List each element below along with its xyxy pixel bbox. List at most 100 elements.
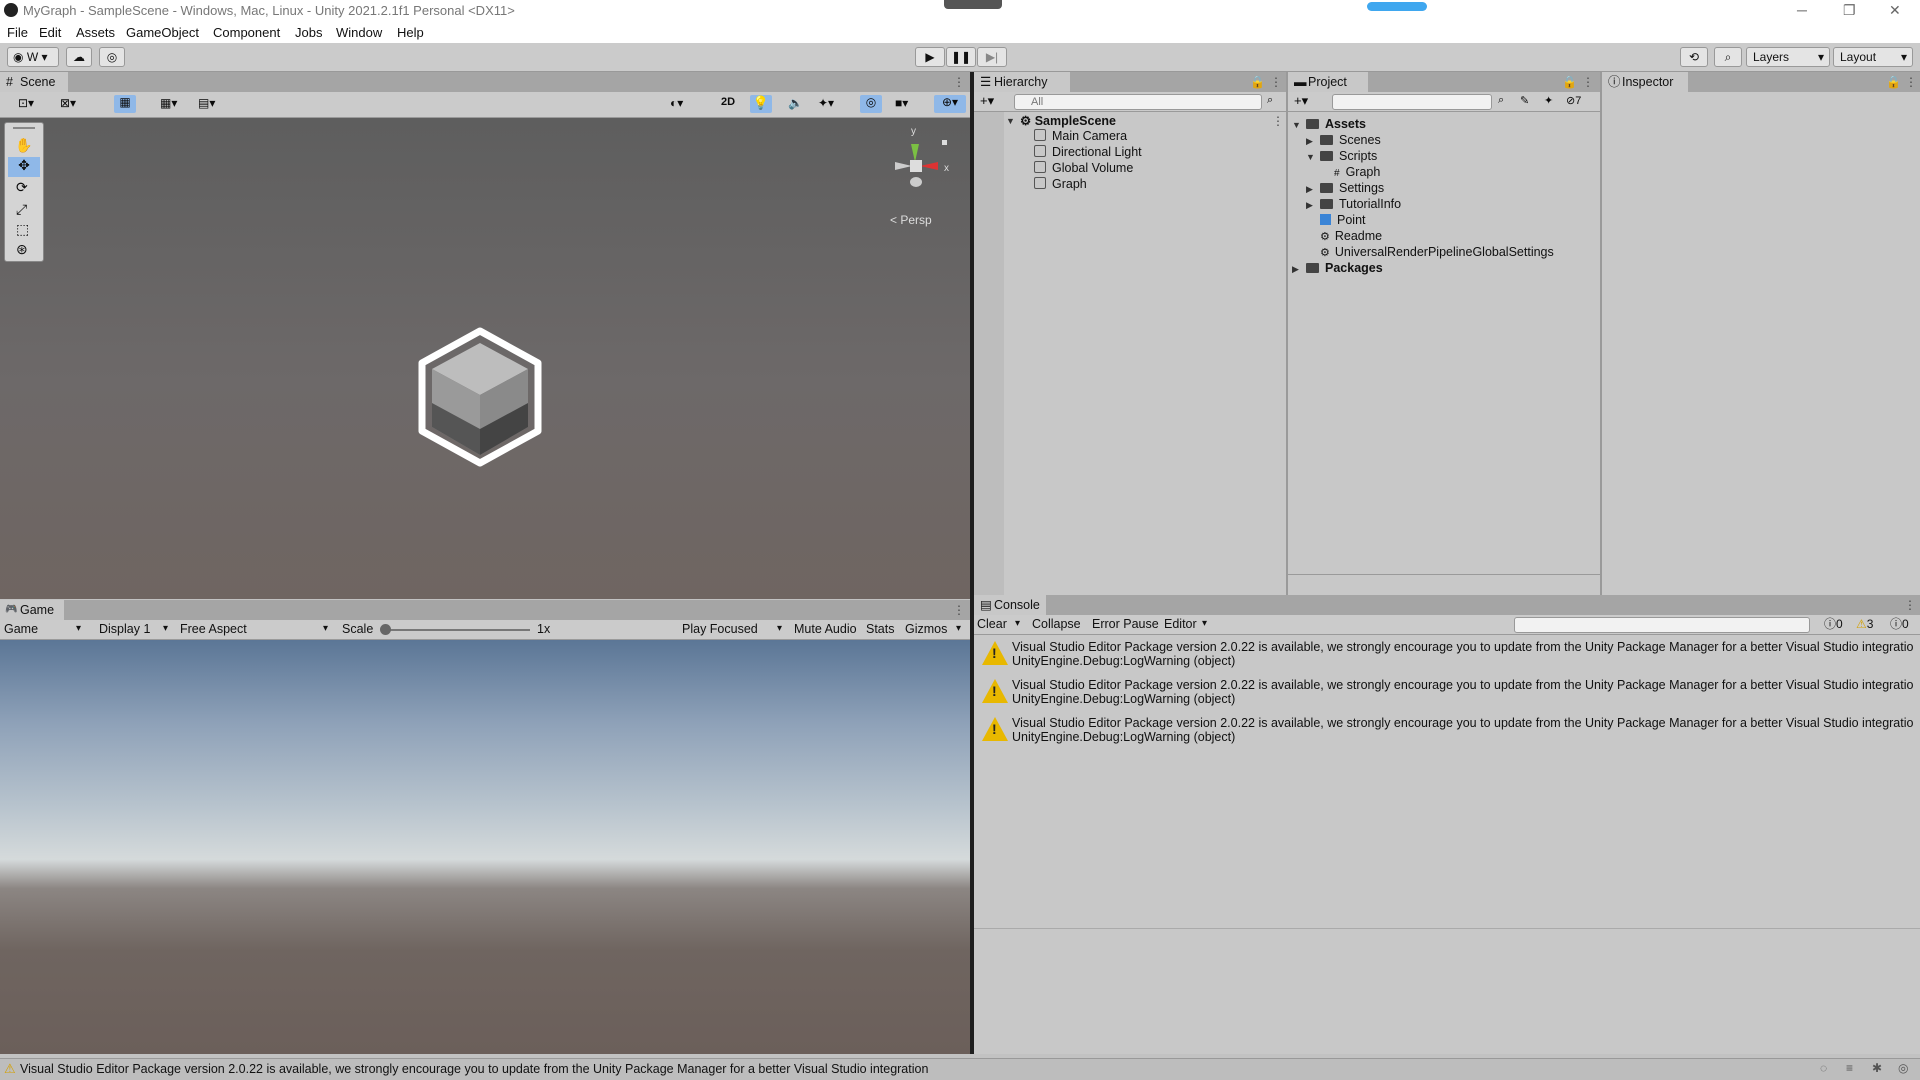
step-button[interactable]: ▶| <box>977 47 1007 67</box>
more-menu-icon[interactable]: ⋮ <box>1582 75 1594 89</box>
rotate-tool-icon[interactable]: ⟳ <box>16 179 28 196</box>
lock-icon[interactable]: 🔒 <box>1886 75 1901 89</box>
more-menu-icon[interactable]: ⋮ <box>953 603 965 617</box>
more-menu-icon[interactable]: ⋮ <box>953 75 965 89</box>
hierarchy-search-input[interactable]: All <box>1014 94 1262 110</box>
grid-snap-icon[interactable]: ▦ <box>114 95 136 113</box>
shading-sphere-icon[interactable]: ◐▾ <box>670 96 683 110</box>
rect-tool-icon[interactable]: ⬚ <box>16 221 29 238</box>
project-folder-tutorialinfo[interactable]: TutorialInfo <box>1320 197 1401 211</box>
editor-dropdown[interactable]: Editor <box>1164 614 1197 634</box>
drag-handle[interactable] <box>944 0 1002 9</box>
cloud-button[interactable]: ☁ <box>66 47 92 67</box>
scale-slider-thumb[interactable] <box>380 624 391 635</box>
hidden-packages-icon[interactable]: ⊘7 <box>1566 94 1581 107</box>
menu-assets[interactable]: Assets <box>76 25 115 40</box>
game-mode-dropdown[interactable]: Game <box>4 619 38 639</box>
tab-console[interactable]: ▤ Console <box>974 595 1046 615</box>
lock-icon[interactable]: 🔒 <box>1250 75 1265 89</box>
project-script-graph[interactable]: # Graph <box>1334 165 1380 179</box>
error-count-toggle[interactable]: ⓘ0 <box>1890 614 1909 634</box>
game-viewport[interactable] <box>0 640 970 1054</box>
hierarchy-item-graph[interactable]: Graph <box>1034 177 1087 191</box>
auto-generate-lighting-icon[interactable]: ◎ <box>1898 1061 1908 1075</box>
expand-arrow-icon[interactable]: ▼ <box>1006 116 1015 126</box>
scene-viewport[interactable]: ✋ ✥ ⟳ ⤢ ⬚ ⊛ y x < Persp <box>0 118 970 599</box>
scale-slider-track[interactable] <box>385 629 530 631</box>
info-count-toggle[interactable]: ⓘ0 <box>1824 614 1843 634</box>
display-dropdown[interactable]: Display 1 <box>99 619 150 639</box>
collab-button[interactable]: ◎ <box>99 47 125 67</box>
hierarchy-scene-root[interactable]: ⚙ SampleScene <box>1020 113 1116 128</box>
gizmos-toggle-icon[interactable]: ⊕▾ <box>934 95 966 113</box>
project-assets-root[interactable]: Assets <box>1306 117 1366 131</box>
mute-audio-toggle[interactable]: Mute Audio <box>794 619 857 639</box>
orientation-gizmo[interactable] <box>880 122 960 202</box>
gizmo-x-cone[interactable] <box>920 162 938 170</box>
hierarchy-item-directional-light[interactable]: Directional Light <box>1034 145 1142 159</box>
effects-icon[interactable]: ✦▾ <box>818 96 834 110</box>
cache-server-icon[interactable]: ≡ <box>1846 1061 1853 1075</box>
menu-gameobject[interactable]: GameObject <box>126 25 199 40</box>
toggle-2d-button[interactable]: 2D <box>716 96 740 114</box>
more-menu-icon[interactable]: ⋮ <box>1905 75 1917 89</box>
project-search-input[interactable] <box>1332 94 1492 110</box>
restore-icon[interactable]: ❐ <box>1843 2 1856 19</box>
scene-visibility-icon[interactable]: ◎ <box>860 95 882 113</box>
play-focused-dropdown[interactable]: Play Focused <box>682 619 758 639</box>
add-icon[interactable]: +▾ <box>980 93 994 109</box>
project-prefab-point[interactable]: Point <box>1320 213 1366 227</box>
hand-tool-icon[interactable]: ✋ <box>15 137 32 154</box>
layout-dropdown[interactable]: Layout ▾ <box>1833 47 1913 67</box>
collapse-arrow-icon[interactable]: ▶ <box>1306 136 1313 147</box>
hierarchy-item-main-camera[interactable]: Main Camera <box>1034 129 1127 143</box>
scale-tool-icon[interactable]: ⤢ <box>16 201 27 218</box>
more-menu-icon[interactable]: ⋮ <box>1904 598 1916 612</box>
menu-window[interactable]: Window <box>336 25 382 40</box>
menu-file[interactable]: File <box>7 25 28 40</box>
console-detail-divider[interactable] <box>974 928 1920 929</box>
scene-more-icon[interactable]: ⋮ <box>1272 114 1284 128</box>
console-entry[interactable]: ! Visual Studio Editor Package version 2… <box>976 636 1920 674</box>
close-icon[interactable]: ✕ <box>1889 2 1901 19</box>
menu-jobs[interactable]: Jobs <box>295 25 322 40</box>
gizmo-neg-y-cone[interactable] <box>910 177 922 187</box>
gizmo-neg-x-cone[interactable] <box>895 162 912 170</box>
lock-icon[interactable]: 🔒 <box>1562 75 1577 89</box>
search-by-label-icon[interactable]: ✎ <box>1520 94 1529 107</box>
status-message[interactable]: Visual Studio Editor Package version 2.0… <box>20 1062 928 1076</box>
gizmo-lock[interactable] <box>942 140 947 145</box>
pause-button[interactable]: ❚❚ <box>946 47 976 67</box>
add-icon[interactable]: +▾ <box>1294 93 1308 109</box>
render-mode-icon[interactable]: ⊠▾ <box>60 96 76 110</box>
expand-arrow-icon[interactable]: ▼ <box>1292 120 1301 130</box>
warning-count-toggle[interactable]: ⚠3 <box>1856 614 1873 634</box>
snap-increment-icon[interactable]: ▦▾ <box>160 96 177 110</box>
stats-toggle[interactable]: Stats <box>866 619 895 639</box>
clear-button[interactable]: Clear <box>977 614 1007 634</box>
tab-scene[interactable]: # Scene <box>0 72 68 92</box>
hierarchy-item-global-volume[interactable]: Global Volume <box>1034 161 1133 175</box>
tab-inspector[interactable]: ⓘ Inspector <box>1602 72 1688 92</box>
camera-icon[interactable]: ■▾ <box>895 96 908 110</box>
transform-tool-icon[interactable]: ⊛ <box>16 241 28 258</box>
project-asset-urp-settings[interactable]: ⚙ UniversalRenderPipelineGlobalSettings <box>1320 245 1554 259</box>
tab-project[interactable]: ▬ Project <box>1288 72 1368 92</box>
error-pause-toggle[interactable]: Error Pause <box>1092 614 1159 634</box>
clear-options-icon[interactable]: ▾ <box>1015 614 1020 634</box>
gizmos-toggle[interactable]: Gizmos <box>905 619 947 639</box>
gizmo-y-cone[interactable] <box>911 144 919 162</box>
collapse-arrow-icon[interactable]: ▶ <box>1306 184 1313 195</box>
search-by-type-icon[interactable]: ⌕ <box>1498 94 1504 107</box>
console-entry[interactable]: ! Visual Studio Editor Package version 2… <box>976 674 1920 712</box>
project-asset-readme[interactable]: ⚙ Readme <box>1320 229 1382 243</box>
layers-dropdown[interactable]: Layers ▾ <box>1746 47 1830 67</box>
search-button[interactable]: ⌕ <box>1714 47 1742 67</box>
project-folder-settings[interactable]: Settings <box>1320 181 1384 195</box>
expand-arrow-icon[interactable]: ▼ <box>1306 152 1315 162</box>
tab-game[interactable]: 🎮 Game <box>0 600 64 620</box>
persp-label[interactable]: < Persp <box>890 213 932 227</box>
collapse-arrow-icon[interactable]: ▶ <box>1292 264 1299 275</box>
move-tool-icon[interactable]: ✥ <box>8 157 40 177</box>
tab-hierarchy[interactable]: ☰ Hierarchy <box>974 72 1070 92</box>
